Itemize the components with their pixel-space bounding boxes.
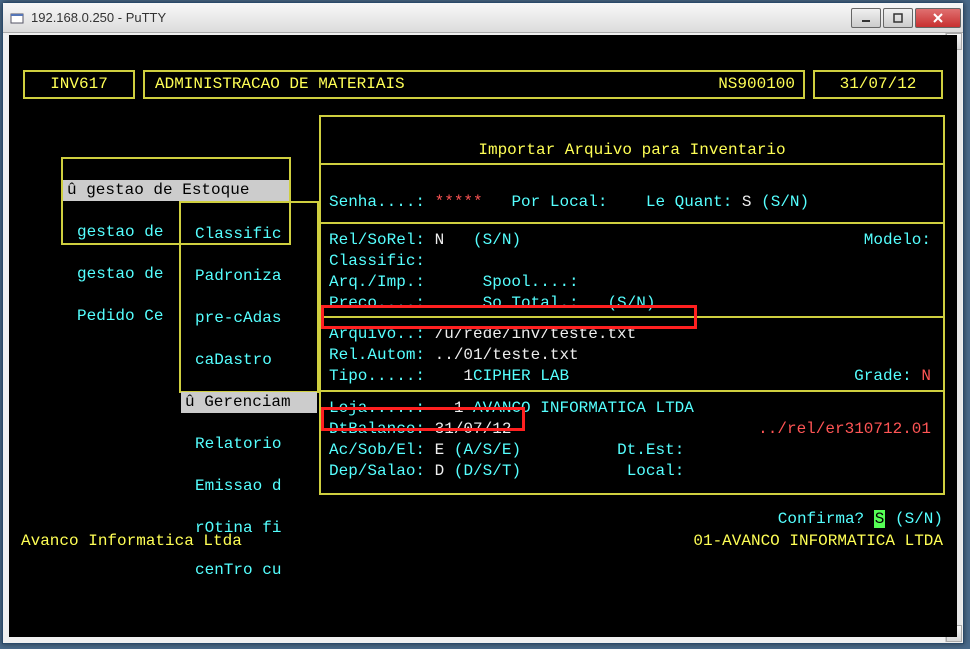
relsorel-hint: (S/N) [473, 231, 521, 249]
acsobel-hint: (A/S/E) [454, 441, 521, 459]
panel-title: Importar Arquivo para Inventario [321, 138, 943, 165]
minimize-button[interactable] [851, 8, 881, 28]
main-panel: Importar Arquivo para Inventario Senha..… [319, 115, 945, 495]
le-quant-value[interactable]: S [742, 193, 752, 211]
grade-label: Grade: [854, 367, 912, 385]
menu2-item[interactable]: caDastro [181, 350, 317, 371]
relautom-value[interactable]: ../01/teste.txt [435, 346, 579, 364]
modelo-label: Modelo: [864, 230, 931, 251]
depsalao-label: Dep/Salao: [329, 462, 425, 480]
arquivo-label: Arquivo..: [329, 325, 425, 343]
loja-name: AVANCO INFORMATICA LTDA [473, 399, 694, 417]
relautom-label: Rel.Autom: [329, 346, 425, 364]
dtbalanco-value[interactable]: 31/07/12 [435, 420, 512, 438]
header-code: INV617 [23, 70, 135, 99]
terminal[interactable]: INV617 ADMINISTRACAO DE MATERIAIS NS90010… [9, 35, 957, 637]
arquivo-value[interactable]: /u/rede/inv/teste.txt [435, 325, 637, 343]
confirm-value[interactable]: S [874, 510, 886, 528]
sototal-hint: (S/N) [607, 294, 655, 312]
footer-left: Avanco Informatica Ltda [21, 531, 242, 552]
titlebar[interactable]: 192.168.0.250 - PuTTY [3, 3, 963, 33]
grade-value[interactable]: N [921, 367, 931, 385]
loja-value[interactable]: 1 [454, 399, 464, 417]
header-date: 31/07/12 [813, 70, 943, 99]
confirm-hint: (S/N) [895, 510, 943, 528]
menu2-selected[interactable]: û Gerenciam [181, 392, 317, 413]
senha-label: Senha....: [329, 193, 425, 211]
le-quant-label: Le Quant: [646, 193, 732, 211]
tipo-value[interactable]: 1 [463, 367, 473, 385]
depsalao-value[interactable]: D [435, 462, 445, 480]
confirm-label: Confirma? [778, 510, 864, 528]
relsorel-label: Rel/SoRel: [329, 231, 425, 249]
putty-icon [9, 10, 25, 26]
menu2-item[interactable]: Padroniza [181, 266, 317, 287]
dtbalanco-label: DtBalanco: [329, 420, 425, 438]
err-file: ../rel/er310712.01 [758, 419, 931, 440]
header-title: ADMINISTRACAO DE MATERIAIS [155, 75, 405, 93]
tipo-label: Tipo.....: [329, 367, 425, 385]
menu1-selected[interactable]: û gestao de Estoque [63, 180, 289, 201]
app-window: 192.168.0.250 - PuTTY ▲ ▼ INV617 ADMINIS… [2, 2, 964, 644]
spool-label: Spool....: [483, 273, 579, 291]
menu2-item[interactable]: Emissao d [181, 476, 317, 497]
header-title-box: ADMINISTRACAO DE MATERIAIS NS900100 [143, 70, 805, 99]
footer-right: 01-AVANCO INFORMATICA LTDA [693, 531, 943, 552]
window-title: 192.168.0.250 - PuTTY [31, 10, 849, 25]
dtest-label: Dt.Est: [617, 441, 684, 459]
header-session: NS900100 [718, 74, 795, 95]
local-label: Local: [627, 462, 685, 480]
acsobel-label: Ac/Sob/El: [329, 441, 425, 459]
classific-label: Classific: [329, 251, 425, 272]
preco-label: Preco....: [329, 294, 425, 312]
tipo-name: CIPHER LAB [473, 367, 569, 385]
senha-value[interactable]: ***** [435, 193, 483, 211]
depsalao-hint: (D/S/T) [454, 462, 521, 480]
confirm-prompt: Confirma? S (S/N) [778, 509, 943, 530]
sototal-label: So Total.: [483, 294, 579, 312]
arqimp-label: Arq./Imp.: [329, 273, 425, 291]
le-quant-hint: (S/N) [761, 193, 809, 211]
menu2-item[interactable]: Classific [181, 224, 317, 245]
menu2-item[interactable]: pre-cAdas [181, 308, 317, 329]
por-local-label: Por Local: [511, 193, 607, 211]
menu2-item[interactable]: cenTro cu [181, 560, 317, 581]
maximize-button[interactable] [883, 8, 913, 28]
loja-label: Loja.....: [329, 399, 425, 417]
relsorel-value[interactable]: N [435, 231, 445, 249]
close-button[interactable] [915, 8, 961, 28]
menu-level-2: Classific Padroniza pre-cAdas caDastro û… [179, 201, 319, 393]
acsobel-value[interactable]: E [435, 441, 445, 459]
menu2-item[interactable]: Relatorio [181, 434, 317, 455]
